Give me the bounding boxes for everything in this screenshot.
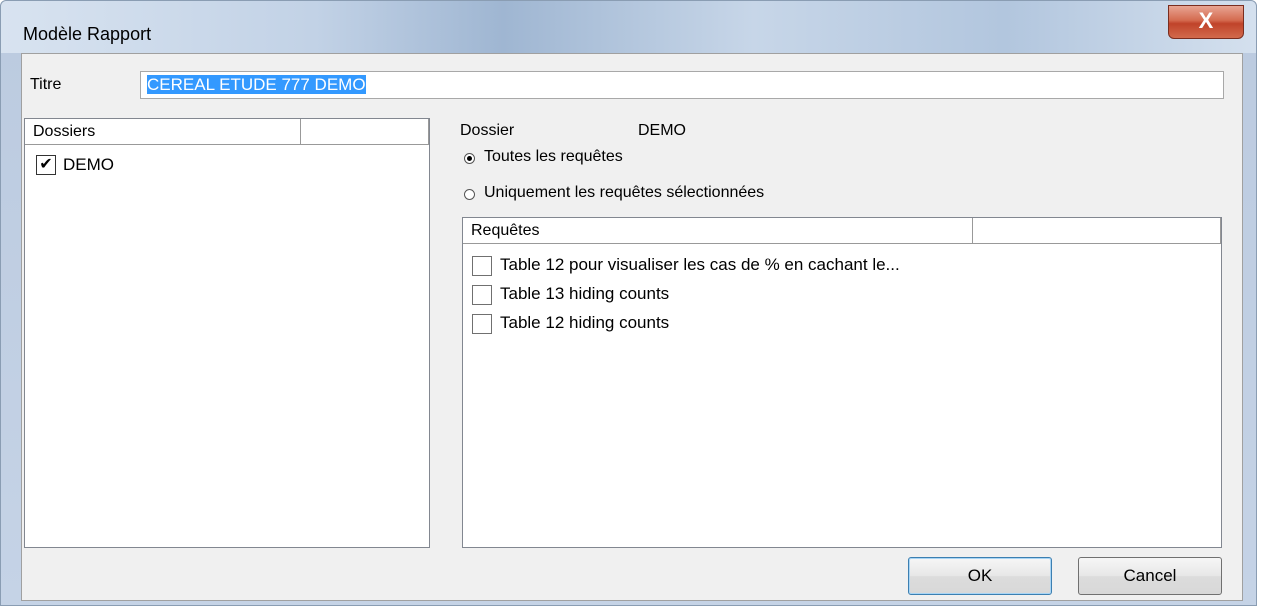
dossier-item-label: DEMO	[63, 155, 114, 174]
dossiers-header-label: Dossiers	[33, 123, 96, 140]
title-bar[interactable]: Modèle Rapport X	[1, 1, 1256, 53]
requete-checkbox[interactable]	[472, 314, 492, 334]
ok-button[interactable]: OK	[908, 557, 1052, 595]
requete-item-label: Table 12 hiding counts	[500, 313, 670, 332]
requete-item-label: Table 12 pour visualiser les cas de % en…	[500, 255, 900, 274]
requete-checkbox[interactable]	[472, 285, 492, 305]
dialog-client-area: Titre CEREAL ETUDE 777 DEMO Dossiers ✔ D…	[21, 53, 1243, 601]
checkmark-icon: ✔	[39, 156, 53, 173]
close-icon: X	[1198, 8, 1214, 33]
titre-label: Titre	[30, 76, 62, 93]
window-title: Modèle Rapport	[23, 24, 152, 44]
requetes-column-header-empty[interactable]	[973, 218, 1221, 244]
dossiers-column-header-empty[interactable]	[301, 119, 429, 145]
dossier-checkbox[interactable]: ✔	[36, 155, 56, 175]
dossiers-list[interactable]: Dossiers ✔ DEMO	[24, 118, 430, 548]
close-button[interactable]: X	[1168, 5, 1244, 39]
radio-all-label: Toutes les requêtes	[484, 148, 623, 165]
requetes-header-label: Requêtes	[471, 222, 540, 239]
requetes-column-header[interactable]: Requêtes	[463, 218, 973, 244]
requetes-list[interactable]: Requêtes Table 12 pour visualiser les ca…	[462, 217, 1222, 548]
requete-checkbox[interactable]	[472, 256, 492, 276]
requete-item-label: Table 13 hiding counts	[500, 284, 670, 303]
titre-input[interactable]: CEREAL ETUDE 777 DEMO	[140, 71, 1224, 99]
cancel-button[interactable]: Cancel	[1078, 557, 1222, 595]
titre-input-value: CEREAL ETUDE 777 DEMO	[147, 75, 366, 94]
dossier-label: Dossier	[460, 122, 515, 139]
radio-button-unselected[interactable]	[464, 189, 475, 200]
radio-selected-label: Uniquement les requêtes sélectionnées	[484, 184, 765, 201]
dossiers-column-header[interactable]: Dossiers	[25, 119, 301, 145]
dossier-value: DEMO	[638, 122, 686, 139]
radio-button-selected[interactable]	[464, 153, 475, 164]
dialog-window: Modèle Rapport X Titre CEREAL ETUDE 777 …	[0, 0, 1257, 606]
